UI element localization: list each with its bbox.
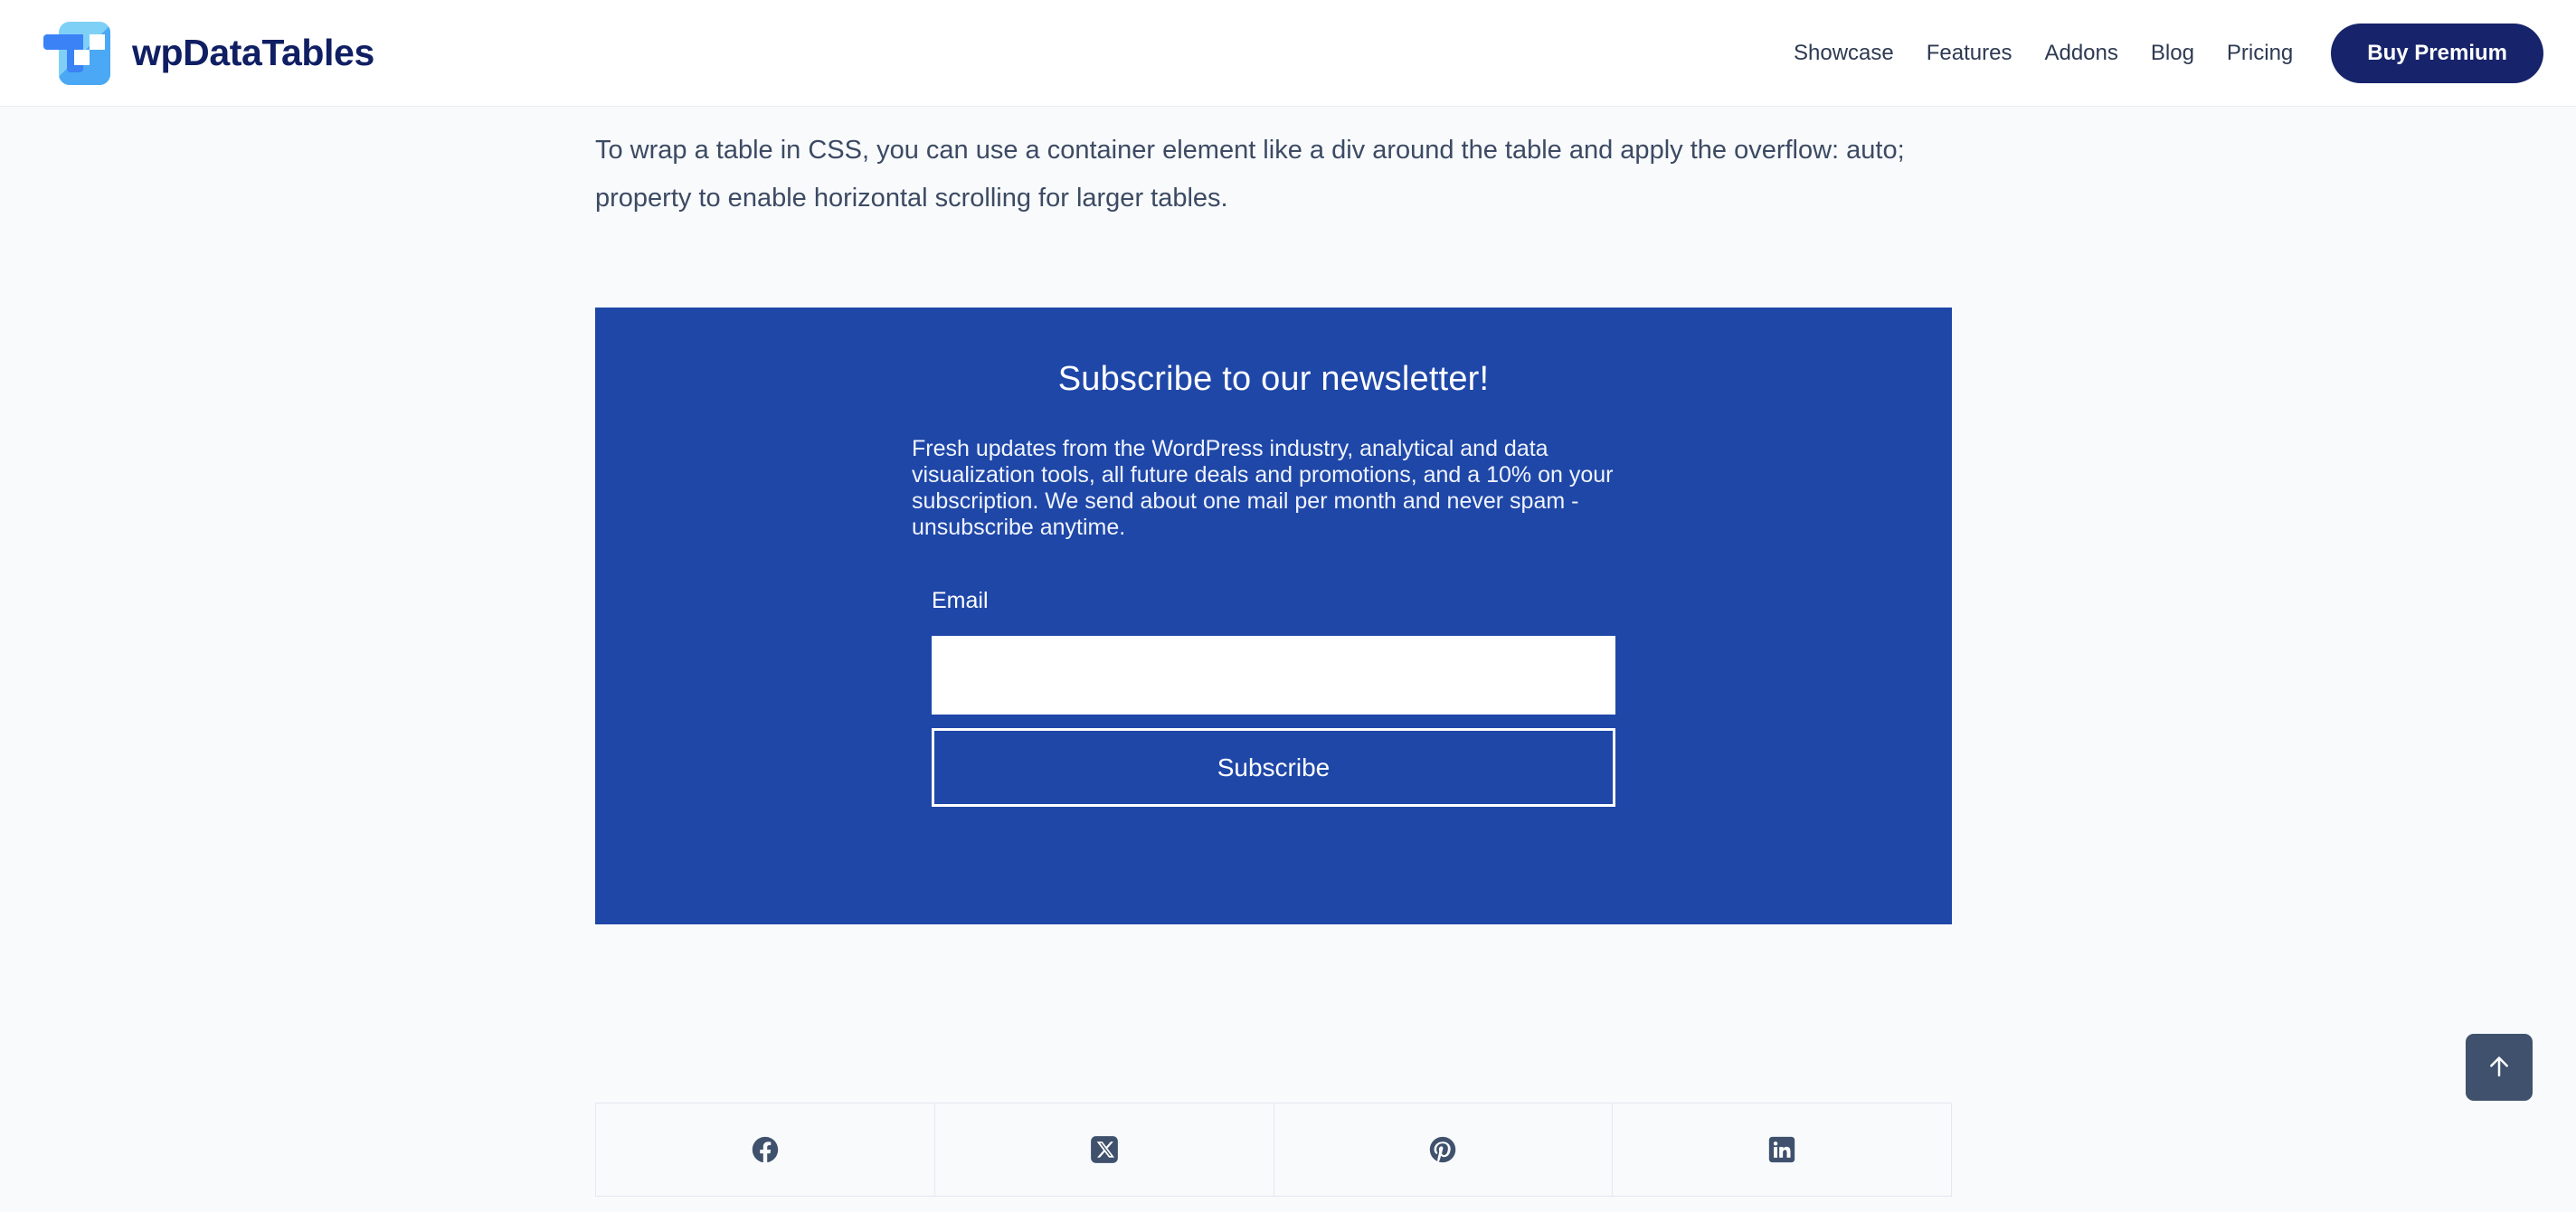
nav-item-pricing[interactable]: Pricing: [2211, 41, 2309, 66]
arrow-up-icon: [2485, 1052, 2514, 1084]
social-link-facebook[interactable]: [596, 1103, 935, 1196]
nav-item-blog[interactable]: Blog: [2135, 41, 2211, 66]
email-field-label: Email: [932, 588, 989, 613]
brand-logo-link[interactable]: wpDataTables: [42, 19, 374, 88]
buy-premium-button[interactable]: Buy Premium: [2331, 23, 2543, 83]
wpdatatables-logo-icon: [42, 19, 110, 88]
pinterest-icon: [1427, 1134, 1458, 1165]
newsletter-description: Fresh updates from the WordPress industr…: [912, 436, 1614, 540]
subscribe-button[interactable]: Subscribe: [932, 728, 1615, 807]
nav-item-showcase[interactable]: Showcase: [1777, 41, 1910, 66]
social-share-row: [595, 1103, 1952, 1197]
brand-name: wpDataTables: [132, 32, 374, 73]
nav-item-addons[interactable]: Addons: [2028, 41, 2134, 66]
linkedin-icon: [1766, 1134, 1797, 1165]
social-link-x-twitter[interactable]: [935, 1103, 1274, 1196]
site-header: wpDataTables Showcase Features Addons Bl…: [0, 0, 2576, 107]
main-navigation: Showcase Features Addons Blog Pricing Bu…: [1777, 23, 2543, 83]
article-paragraph: To wrap a table in CSS, you can use a co…: [595, 136, 1905, 213]
page-content: To wrap a table in CSS, you can use a co…: [0, 107, 2576, 1212]
email-input[interactable]: [932, 636, 1615, 715]
nav-item-features[interactable]: Features: [1910, 41, 2029, 66]
x-twitter-icon: [1089, 1134, 1120, 1165]
scroll-to-top-button[interactable]: [2466, 1034, 2533, 1101]
newsletter-signup-section: Subscribe to our newsletter! Fresh updat…: [595, 308, 1952, 924]
newsletter-form: Email Subscribe: [932, 588, 1615, 807]
facebook-icon: [750, 1134, 781, 1165]
newsletter-title: Subscribe to our newsletter!: [1057, 360, 1490, 398]
social-link-linkedin[interactable]: [1613, 1103, 1951, 1196]
social-link-pinterest[interactable]: [1274, 1103, 1614, 1196]
